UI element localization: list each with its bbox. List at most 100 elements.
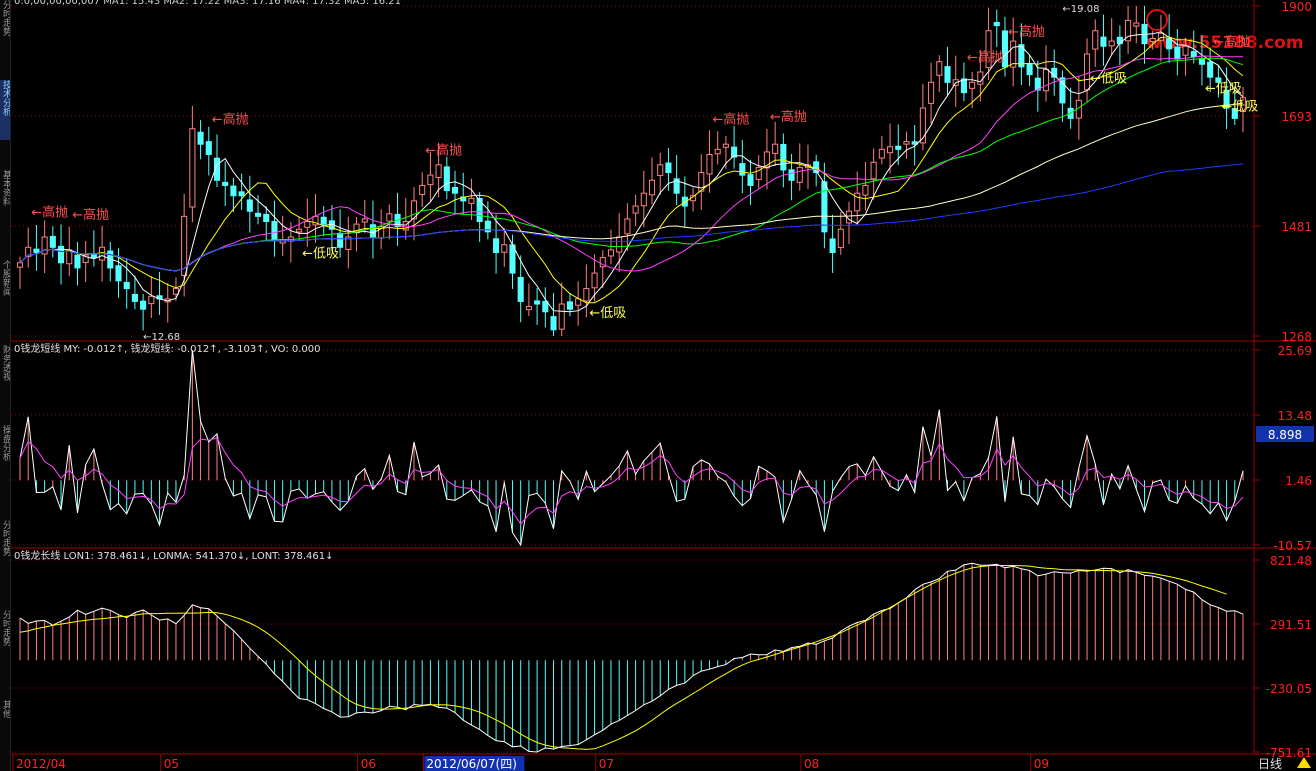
candle-body (501, 244, 508, 253)
candle-body (550, 316, 557, 331)
candle-body (254, 212, 262, 217)
candle-body (1100, 36, 1107, 47)
candle-body (566, 301, 573, 310)
candle-body (936, 61, 943, 76)
x-axis-label: 2012/06/07(四) (426, 757, 517, 771)
chart-canvas[interactable]: 1900 1693 1481 126825.69 13.48 1.46 -10.57821.… (0, 0, 1316, 771)
price-low-label: ←12.68 (143, 332, 180, 343)
candle-body (928, 81, 935, 104)
candle-body (451, 186, 459, 194)
candle-body (780, 144, 787, 171)
candle-body (1149, 37, 1156, 43)
candle-body (895, 145, 902, 150)
candle-body (542, 300, 549, 313)
candle-body (960, 78, 967, 94)
candle-body (887, 146, 894, 154)
candle-body (969, 81, 976, 89)
candle-body (476, 197, 483, 223)
candle-body (222, 181, 229, 186)
candle-body (591, 272, 598, 289)
annotation-low: ←低吸 (1221, 100, 1258, 115)
long-y-tick-label: 291.51 (1270, 618, 1312, 632)
candle-body (1198, 58, 1206, 65)
candle-body (304, 221, 311, 228)
candle-body (977, 71, 984, 85)
candle-body (632, 205, 639, 214)
annotation-high: ←高抛 (770, 109, 807, 125)
candle-body (706, 154, 713, 175)
ma120-line (19, 163, 1244, 272)
candle-body (386, 213, 393, 222)
top-info-text: 0:0,00,00,00,007 MA1: 15.43 MA2: 17.22 M… (14, 0, 401, 7)
candle-body (714, 148, 721, 155)
candle-body (747, 174, 754, 186)
candle-body (583, 288, 590, 302)
x-axis-label: 05 (164, 757, 179, 771)
candle-body (230, 185, 237, 197)
candle-body (140, 300, 147, 310)
candle-body (123, 281, 130, 290)
candle-body (74, 254, 81, 269)
candle-body (427, 174, 434, 186)
candle-body (148, 295, 155, 305)
long-y-tick-label: -230.05 (1266, 682, 1312, 696)
candle-body (837, 228, 844, 249)
candle-body (493, 238, 500, 253)
annotation-high: ←高抛 (712, 112, 749, 128)
candle-body (1084, 53, 1091, 91)
candle-body (115, 265, 122, 282)
candle-body (607, 249, 615, 257)
candle-body (993, 22, 1000, 27)
short-y-tick-label: -10.57 (1273, 539, 1312, 553)
candle-body (131, 294, 138, 302)
short-y-tick-label: 13.48 (1278, 409, 1312, 423)
candle-body (1108, 40, 1115, 47)
short-signal-line (19, 437, 1244, 525)
candle-body (739, 163, 746, 176)
short-last-badge: 8.898 (1268, 428, 1302, 442)
annotation-low: ←低吸 (1090, 71, 1127, 86)
candle-body (197, 131, 204, 145)
candle-body (772, 143, 779, 154)
x-axis-label: 06 (361, 757, 376, 771)
x-axis-label: 07 (599, 757, 614, 771)
x-axis-label: 09 (1034, 757, 1049, 771)
candle-body (16, 262, 24, 268)
candle-body (246, 199, 253, 212)
candle-body (624, 218, 631, 235)
candle-body (640, 192, 647, 207)
candle-body (616, 236, 623, 253)
x-axis-label: 08 (804, 757, 819, 771)
candle-body (517, 276, 524, 302)
candle-body (1190, 51, 1197, 58)
candle-body (878, 148, 885, 159)
candle-body (1207, 61, 1214, 78)
candle-body (443, 166, 450, 192)
price-y-tick-label: 1481 (1281, 220, 1312, 234)
candle-body (862, 184, 869, 196)
price-y-tick-label: 1268 (1281, 330, 1312, 344)
long-y-tick-label: 821.48 (1270, 554, 1312, 568)
candle-body (1166, 37, 1173, 50)
annotation-high: ←高抛 (967, 50, 1004, 66)
candle-body (296, 228, 303, 233)
candle-body (788, 169, 795, 181)
candle-body (1182, 45, 1189, 56)
short-panel-title: 0钱龙短线 MY: -0.012↑, 钱龙短线: -0.012↑, -3.103… (14, 342, 321, 355)
long-lon1-line (19, 562, 1244, 753)
candle-body (1026, 63, 1033, 76)
candle-body (205, 141, 212, 156)
price-y-tick-label: 1693 (1281, 110, 1312, 124)
candle-body (558, 303, 565, 330)
candle-body (829, 238, 836, 253)
candle-body (263, 213, 270, 223)
candle-body (870, 161, 877, 180)
short-y-tick-label: 25.69 (1278, 344, 1312, 358)
candle-body (337, 232, 344, 248)
candle-body (722, 143, 729, 148)
candle-body (534, 300, 541, 305)
candle-body (1133, 22, 1140, 27)
annotation-low: ←低吸 (589, 306, 626, 321)
candle-body (271, 221, 278, 241)
annotation-high: ←高抛 (31, 204, 68, 220)
